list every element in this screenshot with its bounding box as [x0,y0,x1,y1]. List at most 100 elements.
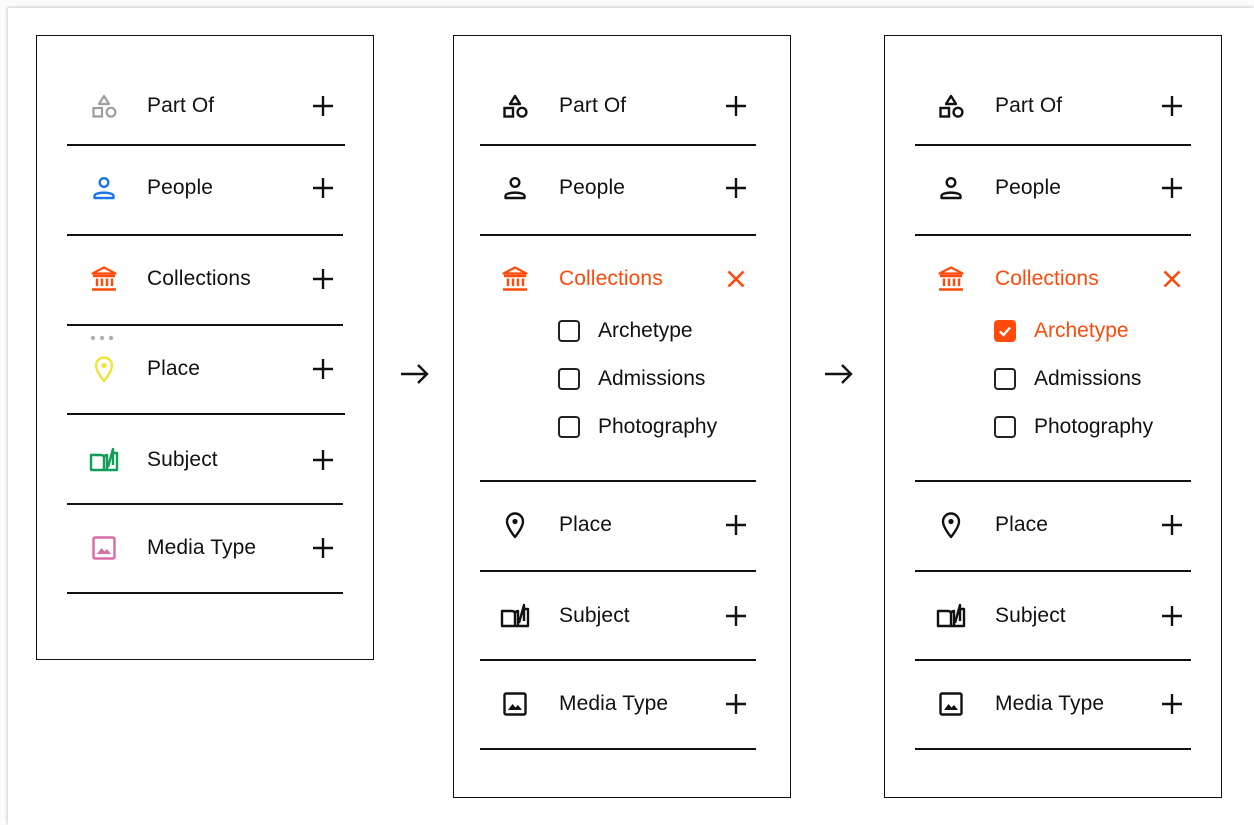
museum-icon [502,266,528,291]
plus-icon[interactable] [1156,90,1188,122]
divider [915,748,1191,750]
open-book-icon [936,603,966,628]
plus-icon[interactable] [307,172,339,204]
filter-row-collections-expanded[interactable]: Collections [885,259,1221,299]
drag-dots-icon[interactable] [89,334,119,342]
arrow-right-icon [825,364,853,384]
divider [67,592,343,594]
plus-icon[interactable] [720,90,752,122]
shapes-icon [92,94,117,118]
divider [915,144,1191,146]
filter-panel-collapsed: Part Of People Collections Place Subject… [36,35,374,660]
filter-label-subject: Subject [559,604,630,627]
filter-label-place: Place [559,513,613,536]
location-pin-icon [94,356,114,383]
checkbox[interactable] [558,368,580,390]
divider [67,324,343,326]
filter-label-collections: Collections [995,267,1099,290]
plus-icon[interactable] [1156,172,1188,204]
filter-label-media-type: Media Type [995,692,1105,715]
plus-icon[interactable] [720,600,752,632]
person-icon [940,176,962,200]
close-x-icon[interactable] [720,263,752,295]
checkbox[interactable] [558,320,580,342]
filter-row-part-of[interactable]: Part Of [885,86,1221,126]
plus-icon[interactable] [1156,600,1188,632]
checkbox-label: Photography [1034,415,1154,438]
image-icon [503,692,527,716]
plus-icon[interactable] [1156,688,1188,720]
person-icon [93,176,115,200]
divider [480,748,756,750]
filter-row-place[interactable]: Place [885,505,1221,545]
filter-row-media-type[interactable]: Media Type [885,684,1221,724]
divider [480,480,756,482]
filter-label-part-of: Part Of [995,94,1063,117]
divider [67,413,345,415]
checkbox-checked[interactable] [994,320,1016,342]
divider [915,234,1191,236]
checkbox[interactable] [994,368,1016,390]
filter-row-subject[interactable]: Subject [454,596,790,636]
checkbox-label: Photography [598,415,718,438]
checkbox-label: Admissions [1034,367,1142,390]
filter-row-part-of[interactable]: Part Of [454,86,790,126]
divider [480,144,756,146]
filter-label-place: Place [995,513,1049,536]
filter-row-subject[interactable]: Subject [885,596,1221,636]
filter-row-collections-expanded[interactable]: Collections [454,259,790,299]
filter-row-people[interactable]: People [885,168,1221,208]
divider [67,503,343,505]
filter-row-media-type[interactable]: Media Type [454,684,790,724]
plus-icon[interactable] [307,353,339,385]
divider [480,234,756,236]
divider [480,659,756,661]
close-x-icon[interactable] [1156,263,1188,295]
filter-row-subject[interactable]: Subject [37,440,373,480]
filter-row-part-of[interactable]: Part Of [37,86,373,126]
divider [915,570,1191,572]
check-icon [999,326,1011,337]
checkbox-label: Archetype [598,319,693,342]
location-pin-icon [941,512,961,539]
arrow-right-icon [401,364,429,384]
plus-icon[interactable] [307,532,339,564]
filter-label-subject: Subject [147,448,218,471]
museum-icon [91,266,117,291]
filter-row-place[interactable]: Place [37,349,373,389]
filter-row-people[interactable]: People [454,168,790,208]
filter-label-collections: Collections [147,267,251,290]
filter-label-people: People [559,176,625,199]
plus-icon[interactable] [720,688,752,720]
plus-icon[interactable] [307,263,339,295]
plus-icon[interactable] [1156,509,1188,541]
filter-label-part-of: Part Of [147,94,215,117]
open-book-icon [89,447,119,472]
filter-row-collections[interactable]: Collections [37,259,373,299]
shapes-icon [503,94,528,118]
filter-label-media-type: Media Type [147,536,257,559]
shapes-icon [939,94,964,118]
person-icon [504,176,526,200]
plus-icon[interactable] [307,90,339,122]
museum-icon [938,266,964,291]
plus-icon[interactable] [307,444,339,476]
plus-icon[interactable] [720,172,752,204]
image-icon [92,536,116,560]
filter-label-people: People [995,176,1061,199]
filter-label-subject: Subject [995,604,1066,627]
filter-label-place: Place [147,357,201,380]
filter-row-people[interactable]: People [37,168,373,208]
divider [480,570,756,572]
filter-row-place[interactable]: Place [454,505,790,545]
filter-label-part-of: Part Of [559,94,627,117]
divider [67,234,343,236]
filter-label-people: People [147,176,213,199]
plus-icon[interactable] [720,509,752,541]
checkbox-label: Admissions [598,367,706,390]
checkbox[interactable] [994,416,1016,438]
divider [915,659,1191,661]
filter-row-media-type[interactable]: Media Type [37,528,373,568]
checkbox[interactable] [558,416,580,438]
divider [67,144,345,146]
